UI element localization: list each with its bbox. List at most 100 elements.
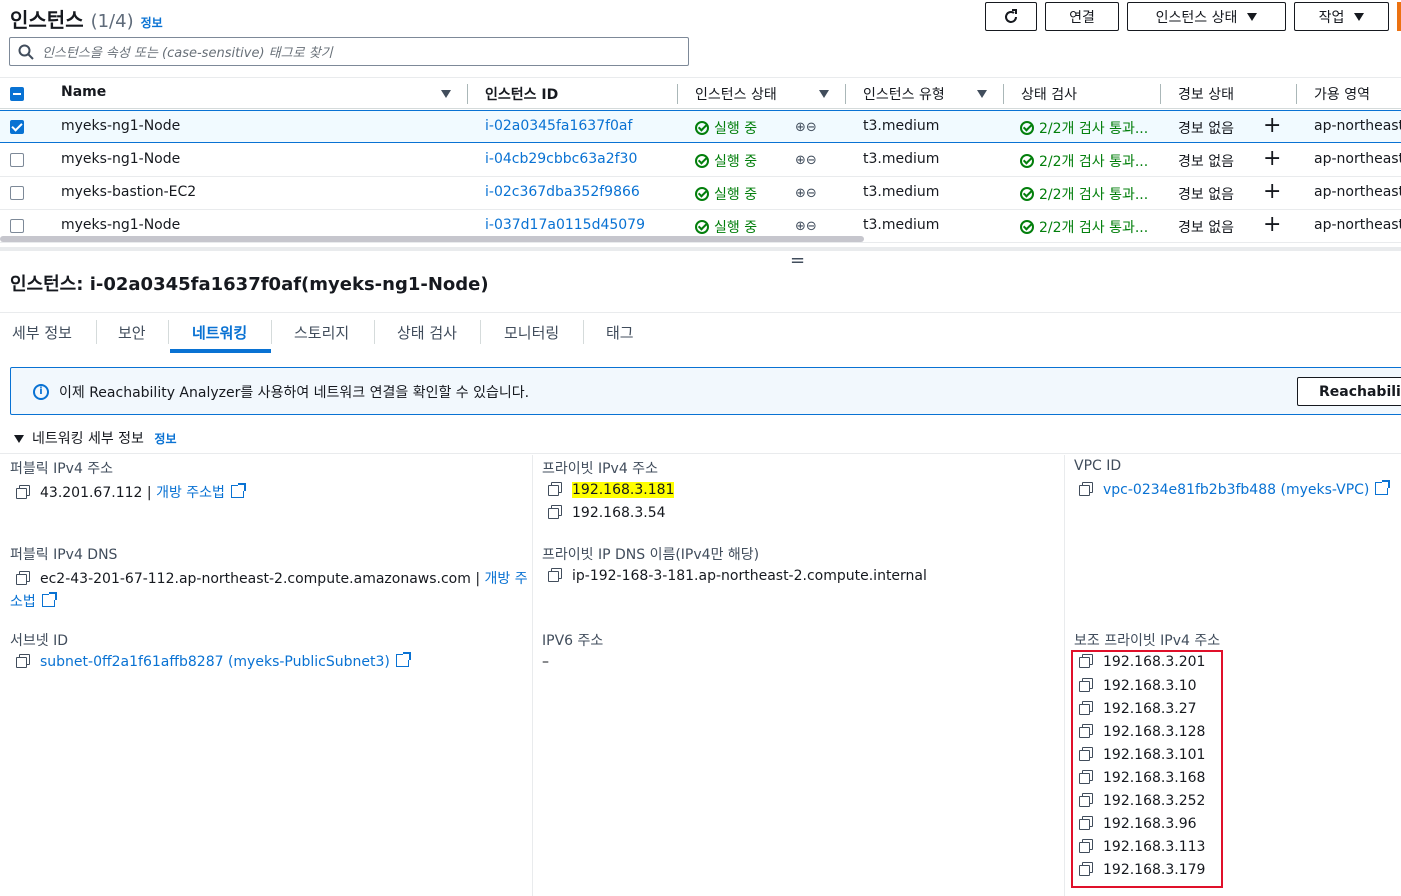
- actions-button[interactable]: 작업: [1294, 2, 1389, 31]
- networking-section-header[interactable]: 네트워킹 세부 정보 정보: [14, 428, 177, 448]
- vpc-link[interactable]: vpc-0234e81fb2b3fb488 (myeks-VPC): [1103, 482, 1369, 498]
- page-title-text: 인스턴스: [10, 8, 84, 32]
- tab-storage[interactable]: 스토리지: [294, 322, 349, 343]
- check-circle-icon: [1020, 121, 1034, 135]
- zoom-icon[interactable]: ⊕⊖: [795, 186, 817, 201]
- subnet-label: 서브넷 ID: [10, 633, 68, 649]
- copy-icon[interactable]: [1079, 816, 1093, 830]
- row-checkbox[interactable]: [10, 219, 24, 233]
- row-check[interactable]: 2/2개 검사 통과...: [1020, 151, 1148, 171]
- external-link-icon[interactable]: [395, 652, 411, 667]
- check-circle-icon: [695, 187, 709, 201]
- zoom-icon[interactable]: ⊕⊖: [795, 120, 817, 135]
- col-status-check[interactable]: 상태 검사: [1021, 84, 1077, 104]
- select-all-checkbox[interactable]: [10, 87, 24, 101]
- row-instance-id[interactable]: i-04cb29cbbc63a2f30: [485, 151, 637, 167]
- copy-icon[interactable]: [1079, 747, 1093, 761]
- actions-label: 작업: [1318, 9, 1345, 26]
- copy-icon[interactable]: [1079, 839, 1093, 853]
- refresh-button[interactable]: [985, 2, 1037, 31]
- tab-details[interactable]: 세부 정보: [12, 322, 72, 343]
- resize-handle[interactable]: =: [790, 250, 805, 271]
- add-alarm-icon[interactable]: +: [1263, 179, 1281, 204]
- table-header: Name 인스턴스 ID 인스턴스 상태 인스턴스 유형 상태 검사 경보 상태…: [0, 77, 1401, 109]
- sort-caret-icon[interactable]: [441, 90, 451, 98]
- open-address-link[interactable]: 소법: [10, 594, 36, 610]
- sort-caret-icon[interactable]: [819, 90, 829, 98]
- copy-icon[interactable]: [548, 568, 562, 582]
- secondary-ipv4-value: 192.168.3.252: [1079, 793, 1205, 809]
- row-instance-id[interactable]: i-02a0345fa1637f0af: [485, 118, 632, 134]
- copy-icon[interactable]: [1079, 724, 1093, 738]
- row-type: t3.medium: [863, 184, 940, 200]
- row-check[interactable]: 2/2개 검사 통과...: [1020, 217, 1148, 237]
- open-address-link[interactable]: 개방 주소법: [156, 485, 225, 501]
- copy-icon[interactable]: [548, 482, 562, 496]
- col-instance-id[interactable]: 인스턴스 ID: [485, 84, 558, 104]
- row-checkbox[interactable]: [10, 153, 24, 167]
- secondary-ipv4-value: 192.168.3.101: [1079, 747, 1205, 763]
- check-circle-icon: [1020, 187, 1034, 201]
- column-divider: [532, 455, 533, 896]
- col-alarm-status[interactable]: 경보 상태: [1178, 84, 1234, 104]
- external-link-icon[interactable]: [1375, 480, 1391, 495]
- vpc-label: VPC ID: [1074, 458, 1122, 474]
- private-ipv4-highlighted: 192.168.3.181: [572, 482, 675, 498]
- copy-icon[interactable]: [1079, 701, 1093, 715]
- launch-button-edge[interactable]: [1397, 2, 1401, 31]
- sort-caret-icon[interactable]: [977, 90, 987, 98]
- row-checkbox[interactable]: [10, 186, 24, 200]
- zoom-icon[interactable]: ⊕⊖: [795, 219, 817, 234]
- horizontal-scrollbar[interactable]: [0, 236, 864, 242]
- info-link[interactable]: 정보: [141, 16, 163, 30]
- ipv6-label: IPV6 주소: [542, 633, 604, 649]
- zoom-icon[interactable]: ⊕⊖: [795, 153, 817, 168]
- copy-icon[interactable]: [1079, 678, 1093, 692]
- tab-tags[interactable]: 태그: [606, 322, 634, 343]
- row-check[interactable]: 2/2개 검사 통과...: [1020, 118, 1148, 138]
- split-divider: [0, 247, 1401, 251]
- public-ipv4-value: 43.201.67.112 | 개방 주소법: [16, 482, 246, 502]
- copy-icon[interactable]: [16, 654, 30, 668]
- check-circle-icon: [695, 220, 709, 234]
- secondary-ipv4-label: 보조 프라이빗 IPv4 주소: [1074, 633, 1221, 649]
- tab-monitoring[interactable]: 모니터링: [504, 322, 559, 343]
- private-dns-value: ip-192-168-3-181.ap-northeast-2.compute.…: [548, 568, 927, 584]
- copy-icon[interactable]: [1079, 654, 1093, 668]
- external-link-icon[interactable]: [230, 483, 246, 498]
- tab-security[interactable]: 보안: [118, 322, 146, 343]
- table-row[interactable]: myeks-ng1-Node i-02a0345fa1637f0af 실행 중 …: [0, 110, 1401, 143]
- search-input[interactable]: 인스턴스을 속성 또는 (case-sensitive) 태그로 찾기: [9, 37, 689, 66]
- copy-icon[interactable]: [1079, 862, 1093, 876]
- col-availability-zone[interactable]: 가용 영역: [1314, 84, 1370, 104]
- row-check[interactable]: 2/2개 검사 통과...: [1020, 184, 1148, 204]
- row-alarm: 경보 없음: [1178, 187, 1234, 203]
- secondary-ipv4-value: 192.168.3.201: [1079, 654, 1205, 670]
- table-row[interactable]: myeks-ng1-Node i-04cb29cbbc63a2f30 실행 중 …: [0, 144, 1401, 177]
- copy-icon[interactable]: [548, 505, 562, 519]
- reachability-button[interactable]: Reachability: [1297, 377, 1401, 406]
- col-instance-state[interactable]: 인스턴스 상태: [695, 84, 777, 104]
- row-instance-id[interactable]: i-037d17a0115d45079: [485, 217, 645, 233]
- copy-icon[interactable]: [16, 485, 30, 499]
- subnet-link[interactable]: subnet-0ff2a1f61affb8287 (myeks-PublicSu…: [40, 654, 390, 670]
- row-instance-id[interactable]: i-02c367dba352f9866: [485, 184, 640, 200]
- col-name[interactable]: Name: [61, 84, 106, 100]
- copy-icon[interactable]: [1079, 482, 1093, 496]
- external-link-icon[interactable]: [41, 592, 57, 607]
- add-alarm-icon[interactable]: +: [1263, 146, 1281, 171]
- instance-state-button[interactable]: 인스턴스 상태: [1127, 2, 1286, 31]
- col-instance-type[interactable]: 인스턴스 유형: [863, 84, 945, 104]
- copy-icon[interactable]: [1079, 793, 1093, 807]
- open-address-link[interactable]: 개방 주: [485, 571, 528, 587]
- table-row[interactable]: myeks-bastion-EC2 i-02c367dba352f9866 실행…: [0, 177, 1401, 210]
- section-info-link[interactable]: 정보: [154, 432, 176, 446]
- add-alarm-icon[interactable]: +: [1263, 113, 1281, 138]
- copy-icon[interactable]: [16, 571, 30, 585]
- connect-button[interactable]: 연결: [1045, 2, 1119, 31]
- tab-status-checks[interactable]: 상태 검사: [397, 322, 457, 343]
- copy-icon[interactable]: [1079, 770, 1093, 784]
- tab-networking[interactable]: 네트워킹: [192, 322, 247, 343]
- add-alarm-icon[interactable]: +: [1263, 212, 1281, 237]
- row-checkbox[interactable]: [10, 120, 24, 134]
